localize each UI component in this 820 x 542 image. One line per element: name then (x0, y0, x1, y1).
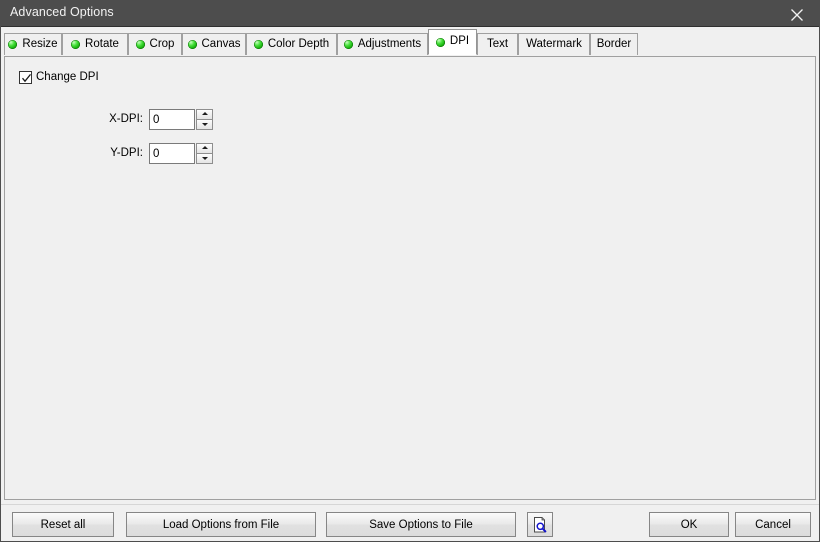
y-dpi-spinner[interactable] (149, 143, 213, 164)
x-dpi-increment-button[interactable] (196, 109, 213, 120)
status-bullet-icon (8, 40, 18, 49)
tab-label: DPI (449, 35, 470, 48)
save-options-label: Save Options to File (369, 518, 473, 531)
x-dpi-spinner[interactable] (149, 109, 213, 130)
cancel-button[interactable]: Cancel (735, 512, 811, 537)
cancel-label: Cancel (755, 518, 791, 531)
status-bullet-icon (187, 40, 197, 49)
status-bullet-icon (253, 40, 263, 49)
tab-strip: Resize Rotate Crop Canvas Color Depth Ad… (0, 27, 820, 57)
document-preview-icon (534, 516, 547, 532)
tab-label: Crop (149, 37, 175, 50)
close-button[interactable] (774, 0, 820, 26)
load-options-label: Load Options from File (162, 518, 280, 531)
window-title: Advanced Options (10, 5, 114, 19)
y-dpi-decrement-button[interactable] (196, 153, 213, 164)
tab-label: Border (596, 37, 632, 50)
preview-button[interactable] (527, 512, 553, 537)
chevron-up-icon (201, 146, 208, 150)
advanced-options-dialog: Advanced Options Resize Rotate Crop Canv… (0, 0, 820, 542)
tab-label: Adjustments (357, 37, 422, 50)
tab-crop[interactable]: Crop (128, 33, 182, 55)
status-bullet-icon (435, 37, 445, 47)
x-dpi-label: X-DPI: (109, 112, 143, 125)
tab-label: Color Depth (267, 37, 330, 50)
dpi-tab-panel: Change DPI X-DPI: Y-DPI: (4, 56, 816, 500)
save-options-button[interactable]: Save Options to File (326, 512, 516, 537)
change-dpi-checkbox-row[interactable]: Change DPI (19, 71, 99, 84)
status-bullet-icon (343, 40, 353, 49)
tab-label: Rotate (85, 37, 119, 50)
chevron-down-icon (201, 123, 208, 127)
tab-adjustments[interactable]: Adjustments (337, 33, 428, 55)
tab-text[interactable]: Text (477, 33, 518, 55)
change-dpi-checkbox[interactable] (19, 71, 32, 84)
tab-label: Canvas (201, 37, 241, 50)
status-bullet-icon (71, 40, 81, 49)
chevron-down-icon (201, 157, 208, 161)
close-icon (791, 9, 803, 21)
tab-label: Watermark (526, 37, 582, 50)
x-dpi-input[interactable] (149, 109, 195, 130)
tab-dpi[interactable]: DPI (428, 29, 477, 55)
reset-all-label: Reset all (40, 518, 86, 531)
tab-rotate[interactable]: Rotate (62, 33, 128, 55)
checkmark-icon (22, 73, 32, 83)
ok-button[interactable]: OK (649, 512, 729, 537)
x-dpi-decrement-button[interactable] (196, 119, 213, 130)
tab-color-depth[interactable]: Color Depth (246, 33, 337, 55)
status-bullet-icon (135, 40, 145, 49)
tab-watermark[interactable]: Watermark (518, 33, 590, 55)
chevron-up-icon (201, 112, 208, 116)
y-dpi-input[interactable] (149, 143, 195, 164)
y-dpi-spin-buttons (196, 143, 213, 164)
y-dpi-increment-button[interactable] (196, 143, 213, 154)
tab-border[interactable]: Border (590, 33, 638, 55)
title-bar: Advanced Options (0, 0, 820, 27)
change-dpi-label: Change DPI (36, 70, 99, 83)
dialog-button-bar: Reset all Load Options from File Save Op… (0, 504, 820, 542)
tab-canvas[interactable]: Canvas (182, 33, 246, 55)
ok-label: OK (680, 518, 698, 531)
tab-resize[interactable]: Resize (4, 33, 62, 55)
tab-label: Text (486, 37, 509, 50)
y-dpi-field-row: Y-DPI: (5, 143, 265, 164)
reset-all-button[interactable]: Reset all (12, 512, 114, 537)
x-dpi-field-row: X-DPI: (5, 109, 265, 130)
x-dpi-spin-buttons (196, 109, 213, 130)
load-options-button[interactable]: Load Options from File (126, 512, 316, 537)
tab-label: Resize (22, 37, 58, 50)
y-dpi-label: Y-DPI: (110, 146, 143, 159)
